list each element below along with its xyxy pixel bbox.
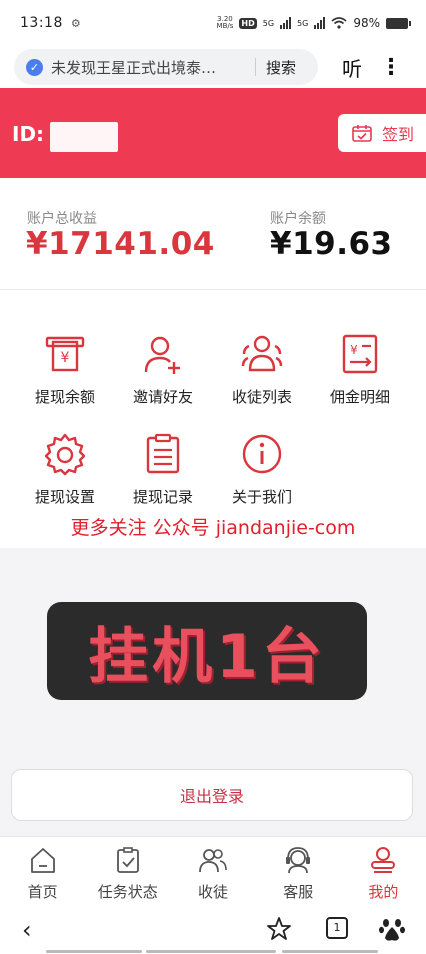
battery-percent: 98% bbox=[353, 16, 380, 30]
status-indicators: 3.20 MB/s HD 5G 5G 98% bbox=[217, 16, 411, 30]
hd-badge: HD bbox=[239, 17, 257, 29]
home-icon bbox=[30, 848, 55, 873]
profile-icon bbox=[371, 847, 396, 873]
signal-5g-label: 5G bbox=[262, 18, 275, 28]
menu-label: 佣金明细 bbox=[329, 388, 390, 406]
svg-text:¥: ¥ bbox=[61, 350, 70, 366]
tab-home[interactable]: 首页 bbox=[0, 837, 85, 906]
signal-bars-icon-2 bbox=[314, 17, 326, 29]
tab-label: 客服 bbox=[283, 883, 314, 901]
browser-nav-bar: ‹ 1 bbox=[0, 906, 426, 954]
tab-count-button[interactable]: 1 bbox=[326, 917, 348, 939]
menu-label: 提现余额 bbox=[34, 388, 95, 406]
url-text[interactable]: 未发现王星正式出境泰… bbox=[51, 57, 247, 78]
user-id-label: ID: bbox=[12, 122, 45, 146]
promo-banner[interactable]: 挂机1台 bbox=[47, 602, 367, 700]
earnings-panel: 账户总收益 ¥17141.04 账户余额 ¥19.63 bbox=[0, 178, 426, 290]
gesture-bar bbox=[282, 950, 378, 953]
total-earnings-label: 账户总收益 bbox=[27, 211, 97, 227]
status-time: 13:18 bbox=[20, 15, 63, 31]
bottom-tab-bar: 首页 任务状态 收徒 客服 我的 bbox=[0, 836, 426, 906]
browser-toolbar: ✓ 未发现王星正式出境泰… 搜索 听 ⋮ bbox=[0, 46, 426, 88]
support-icon bbox=[286, 847, 311, 874]
promo-text: 更多关注 公众号 jiandanjie-com bbox=[70, 517, 356, 539]
star-icon[interactable] bbox=[266, 916, 292, 942]
baidu-paw-icon[interactable] bbox=[378, 915, 406, 943]
menu-about-us[interactable]: 关于我们 bbox=[212, 432, 312, 507]
sign-in-label: 签到 bbox=[382, 125, 415, 144]
tab-task-status[interactable]: 任务状态 bbox=[85, 837, 170, 906]
search-button[interactable]: 搜索 bbox=[266, 57, 296, 78]
menu-invite-friends[interactable]: 邀请好友 bbox=[113, 332, 213, 407]
status-bar: 13:18 ⚙ 3.20 MB/s HD 5G 5G 98% bbox=[0, 0, 426, 46]
commission-icon: ¥ bbox=[342, 334, 378, 374]
menu-label: 收徒列表 bbox=[231, 388, 292, 406]
function-menu bbox=[0, 290, 426, 548]
logout-button[interactable]: 退出登录 bbox=[11, 769, 413, 821]
menu-label: 关于我们 bbox=[231, 488, 292, 506]
gear-icon: ⚙ bbox=[70, 16, 81, 30]
menu-label: 邀请好友 bbox=[132, 388, 193, 406]
tab-customer-service[interactable]: 客服 bbox=[256, 837, 341, 906]
group-icon bbox=[241, 335, 283, 372]
menu-withdraw-settings[interactable]: 提现设置 bbox=[15, 432, 115, 507]
battery-icon bbox=[386, 17, 411, 29]
banner-text: 挂机1台 bbox=[88, 621, 326, 692]
balance-label: 账户余额 bbox=[270, 211, 326, 227]
tab-label: 我的 bbox=[368, 883, 399, 901]
wifi-icon bbox=[331, 17, 347, 29]
listen-button[interactable]: 听 bbox=[342, 53, 362, 82]
record-icon bbox=[146, 433, 180, 474]
secure-check-icon: ✓ bbox=[26, 58, 43, 76]
info-icon bbox=[242, 434, 282, 474]
svg-text:¥: ¥ bbox=[350, 343, 358, 357]
network-speed: 3.20 MB/s bbox=[217, 16, 234, 30]
address-bar[interactable]: ✓ 未发现王星正式出境泰… 搜索 bbox=[14, 49, 318, 85]
invite-user-icon bbox=[144, 336, 180, 374]
signal-5g-label-2: 5G bbox=[297, 18, 309, 28]
tab-label: 首页 bbox=[27, 883, 58, 901]
tab-disciples[interactable]: 收徒 bbox=[170, 837, 255, 906]
back-icon[interactable]: ‹ bbox=[22, 916, 32, 944]
calendar-check-icon bbox=[352, 125, 372, 142]
menu-label: 提现设置 bbox=[34, 488, 95, 506]
tab-label: 任务状态 bbox=[97, 883, 158, 901]
more-menu-icon[interactable]: ⋮ bbox=[380, 55, 402, 80]
signal-bars-icon bbox=[280, 17, 292, 29]
total-earnings-value: ¥17141.04 bbox=[26, 226, 215, 262]
gesture-bar bbox=[146, 950, 276, 953]
balance-value: ¥19.63 bbox=[270, 226, 393, 262]
menu-label: 提现记录 bbox=[132, 488, 193, 506]
tab-mine[interactable]: 我的 bbox=[341, 837, 426, 906]
menu-commission-details[interactable]: ¥ 佣金明细 bbox=[310, 332, 410, 407]
settings-icon bbox=[44, 433, 86, 476]
menu-disciple-list[interactable]: 收徒列表 bbox=[212, 332, 312, 407]
disciples-icon bbox=[199, 849, 227, 873]
menu-withdraw-records[interactable]: 提现记录 bbox=[113, 432, 213, 507]
tab-label: 收徒 bbox=[198, 883, 229, 901]
network-speed-unit: MB/s bbox=[216, 22, 234, 30]
withdraw-icon: ¥ bbox=[45, 336, 85, 372]
menu-withdraw[interactable]: ¥ 提现余额 bbox=[15, 332, 115, 407]
task-icon bbox=[116, 847, 139, 873]
user-id-redacted bbox=[50, 122, 118, 152]
divider bbox=[255, 58, 256, 76]
sign-in-button[interactable]: 签到 bbox=[338, 114, 426, 152]
gesture-bar bbox=[46, 950, 142, 953]
